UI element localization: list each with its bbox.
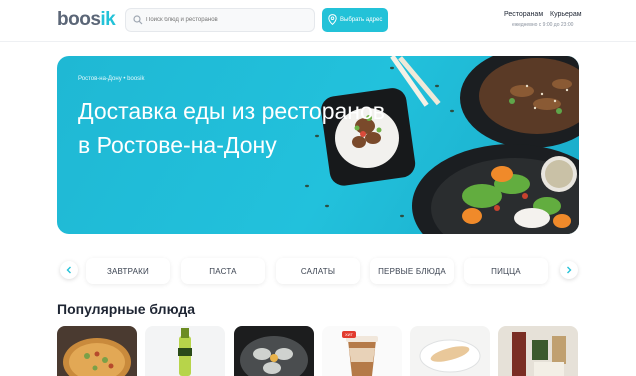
chevron-left-icon (66, 266, 71, 274)
hit-badge: ХИТ (342, 331, 356, 338)
select-address-label: Выбрать адрес (340, 17, 383, 23)
search-icon (133, 15, 143, 25)
categories-prev-button[interactable] (60, 261, 78, 279)
header: boosik Выбрать адрес Ресторанам Курьерам… (0, 0, 636, 42)
select-address-button[interactable]: Выбрать адрес (322, 8, 388, 32)
chevron-right-icon (567, 266, 572, 274)
dish-card-drink[interactable] (145, 326, 225, 376)
popular-dishes-title: Популярные блюда (57, 301, 196, 317)
logo-main: boos (57, 9, 101, 30)
dish-card-latte[interactable]: ХИТ (322, 326, 402, 376)
dish-image (234, 326, 314, 376)
dish-image (145, 326, 225, 376)
category-pizza[interactable]: ПИЦЦА (464, 258, 548, 284)
search-box[interactable] (125, 8, 315, 32)
dish-card-crepe[interactable] (410, 326, 490, 376)
page-title: Доставка еды из ресторанов в Ростове-на-… (78, 98, 386, 158)
location-pin-icon (328, 14, 337, 25)
search-input[interactable] (146, 12, 306, 28)
nav-restaurants-link[interactable]: Ресторанам (504, 11, 543, 18)
category-pasta[interactable]: ПАСТА (181, 258, 265, 284)
category-soups[interactable]: ПЕРВЫЕ БЛЮДА (370, 258, 454, 284)
breadcrumb: Ростов-на-Дону • boosik (78, 76, 145, 82)
dish-card-oysters[interactable] (234, 326, 314, 376)
category-breakfast[interactable]: ЗАВТРАКИ (86, 258, 170, 284)
dish-image (410, 326, 490, 376)
categories-next-button[interactable] (560, 261, 578, 279)
logo[interactable]: boosik (57, 9, 116, 31)
working-hours: ежедневно с 9:00 до 23:00 (512, 22, 574, 28)
dish-image (322, 326, 402, 376)
nav-couriers-link[interactable]: Курьерам (550, 11, 582, 18)
dish-card-set[interactable] (498, 326, 578, 376)
logo-accent: ik (100, 9, 116, 30)
category-salads[interactable]: САЛАТЫ (276, 258, 360, 284)
dish-card-pizza[interactable] (57, 326, 137, 376)
hero-banner: Ростов-на-Дону • boosik Доставка еды из … (57, 56, 579, 234)
dish-image (498, 326, 578, 376)
dish-image (57, 326, 137, 376)
